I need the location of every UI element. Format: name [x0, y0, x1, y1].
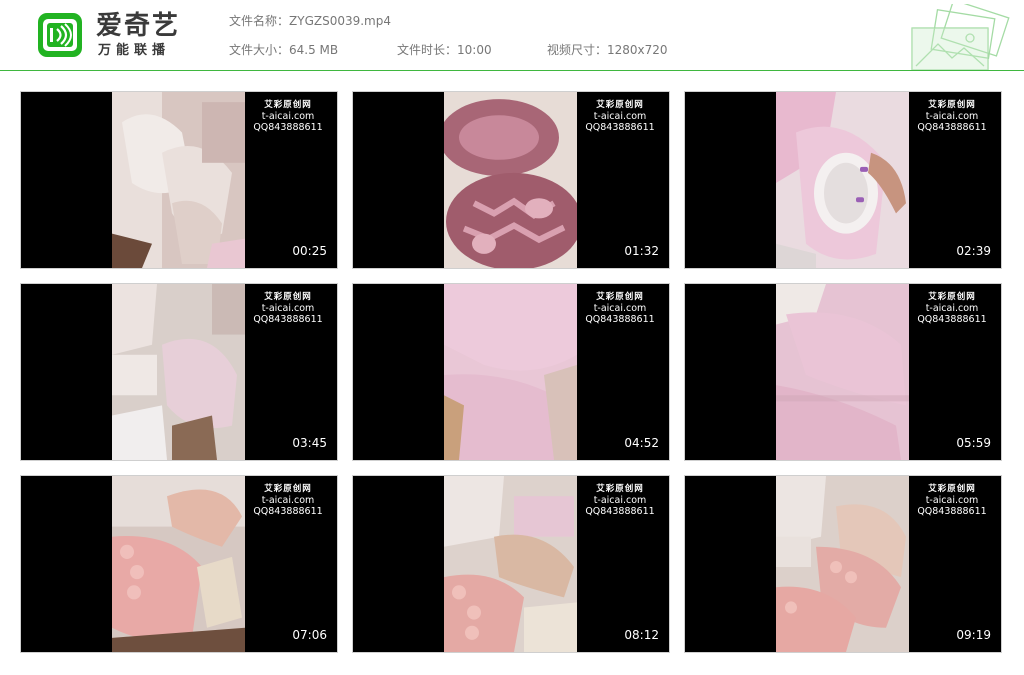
frame-image — [444, 92, 577, 268]
watermark-title: 艾彩原创网 — [596, 484, 644, 494]
timestamp: 04:52 — [624, 436, 659, 450]
thumbnail[interactable]: 艾彩原创网 t-aicai.com QQ843888611 05:59 — [684, 283, 1002, 461]
iqiyi-logo-icon — [38, 13, 82, 57]
header: 爱奇艺 万能联播 文件名称：ZYGZS0039.mp4 文件大小：64.5 MB… — [0, 0, 1024, 71]
frame-image — [444, 476, 577, 652]
watermark: 艾彩原创网 t-aicai.com QQ843888611 — [579, 484, 661, 517]
watermark-url: t-aicai.com — [925, 495, 979, 506]
watermark-qq: QQ843888611 — [585, 506, 655, 517]
watermark-title: 艾彩原创网 — [264, 292, 312, 302]
file-size-field: 文件大小：64.5 MB — [229, 42, 338, 58]
watermark: 艾彩原创网 t-aicai.com QQ843888611 — [911, 484, 993, 517]
timestamp: 05:59 — [956, 436, 991, 450]
timestamp: 08:12 — [624, 628, 659, 642]
watermark-url: t-aicai.com — [593, 495, 647, 506]
timestamp: 00:25 — [292, 244, 327, 258]
frame-image — [112, 92, 245, 268]
watermark-title: 艾彩原创网 — [264, 100, 312, 110]
thumbnail[interactable]: 艾彩原创网 t-aicai.com QQ843888611 07:06 — [20, 475, 338, 653]
frame-image — [112, 476, 245, 652]
duration-label: 文件时长： — [397, 43, 458, 57]
duration-field: 文件时长：10:00 — [397, 42, 492, 58]
file-size-value: 64.5 MB — [289, 43, 339, 57]
photo-frames-icon — [911, 4, 1010, 70]
thumbnail[interactable]: 艾彩原创网 t-aicai.com QQ843888611 00:25 — [20, 91, 338, 269]
file-name-label: 文件名称： — [229, 14, 290, 28]
watermark-url: t-aicai.com — [593, 303, 647, 314]
file-name-field: 文件名称：ZYGZS0039.mp4 — [229, 13, 391, 29]
resolution-value: 1280x720 — [607, 43, 668, 57]
file-size-label: 文件大小： — [229, 43, 290, 57]
watermark-qq: QQ843888611 — [585, 314, 655, 325]
file-name-value: ZYGZS0039.mp4 — [289, 14, 391, 28]
watermark-url: t-aicai.com — [261, 111, 315, 122]
duration-value: 10:00 — [457, 43, 492, 57]
resolution-label: 视频尺寸： — [547, 43, 608, 57]
watermark-title: 艾彩原创网 — [928, 484, 976, 494]
timestamp: 09:19 — [956, 628, 991, 642]
timestamp: 07:06 — [292, 628, 327, 642]
watermark-title: 艾彩原创网 — [928, 292, 976, 302]
thumbnail-grid: 艾彩原创网 t-aicai.com QQ843888611 00:25 艾彩原创… — [20, 91, 1020, 656]
watermark-title: 艾彩原创网 — [264, 484, 312, 494]
watermark-title: 艾彩原创网 — [596, 100, 644, 110]
timestamp: 03:45 — [292, 436, 327, 450]
watermark: 艾彩原创网 t-aicai.com QQ843888611 — [911, 100, 993, 133]
thumbnail[interactable]: 艾彩原创网 t-aicai.com QQ843888611 03:45 — [20, 283, 338, 461]
frame-image — [776, 92, 909, 268]
watermark: 艾彩原创网 t-aicai.com QQ843888611 — [579, 100, 661, 133]
watermark: 艾彩原创网 t-aicai.com QQ843888611 — [247, 292, 329, 325]
watermark-qq: QQ843888611 — [253, 314, 323, 325]
frame-image — [444, 284, 577, 460]
watermark-qq: QQ843888611 — [253, 122, 323, 133]
thumbnail[interactable]: 艾彩原创网 t-aicai.com QQ843888611 08:12 — [352, 475, 670, 653]
thumbnail[interactable]: 艾彩原创网 t-aicai.com QQ843888611 04:52 — [352, 283, 670, 461]
timestamp: 02:39 — [956, 244, 991, 258]
watermark-title: 艾彩原创网 — [596, 292, 644, 302]
timestamp: 01:32 — [624, 244, 659, 258]
watermark-qq: QQ843888611 — [917, 314, 987, 325]
thumbnail[interactable]: 艾彩原创网 t-aicai.com QQ843888611 02:39 — [684, 91, 1002, 269]
watermark: 艾彩原创网 t-aicai.com QQ843888611 — [247, 100, 329, 133]
watermark-qq: QQ843888611 — [917, 506, 987, 517]
watermark-qq: QQ843888611 — [585, 122, 655, 133]
watermark-url: t-aicai.com — [261, 303, 315, 314]
watermark: 艾彩原创网 t-aicai.com QQ843888611 — [579, 292, 661, 325]
brand-name: 爱奇艺 — [96, 11, 181, 41]
resolution-field: 视频尺寸：1280x720 — [547, 42, 668, 58]
watermark-url: t-aicai.com — [261, 495, 315, 506]
brand-subtitle: 万能联播 — [98, 43, 171, 58]
watermark-qq: QQ843888611 — [917, 122, 987, 133]
watermark-url: t-aicai.com — [593, 111, 647, 122]
watermark-url: t-aicai.com — [925, 111, 979, 122]
watermark-title: 艾彩原创网 — [928, 100, 976, 110]
watermark-qq: QQ843888611 — [253, 506, 323, 517]
thumbnail[interactable]: 艾彩原创网 t-aicai.com QQ843888611 01:32 — [352, 91, 670, 269]
watermark: 艾彩原创网 t-aicai.com QQ843888611 — [247, 484, 329, 517]
watermark: 艾彩原创网 t-aicai.com QQ843888611 — [911, 292, 993, 325]
thumbnail[interactable]: 艾彩原创网 t-aicai.com QQ843888611 09:19 — [684, 475, 1002, 653]
watermark-url: t-aicai.com — [925, 303, 979, 314]
frame-image — [776, 284, 909, 460]
frame-image — [112, 284, 245, 460]
frame-image — [776, 476, 909, 652]
